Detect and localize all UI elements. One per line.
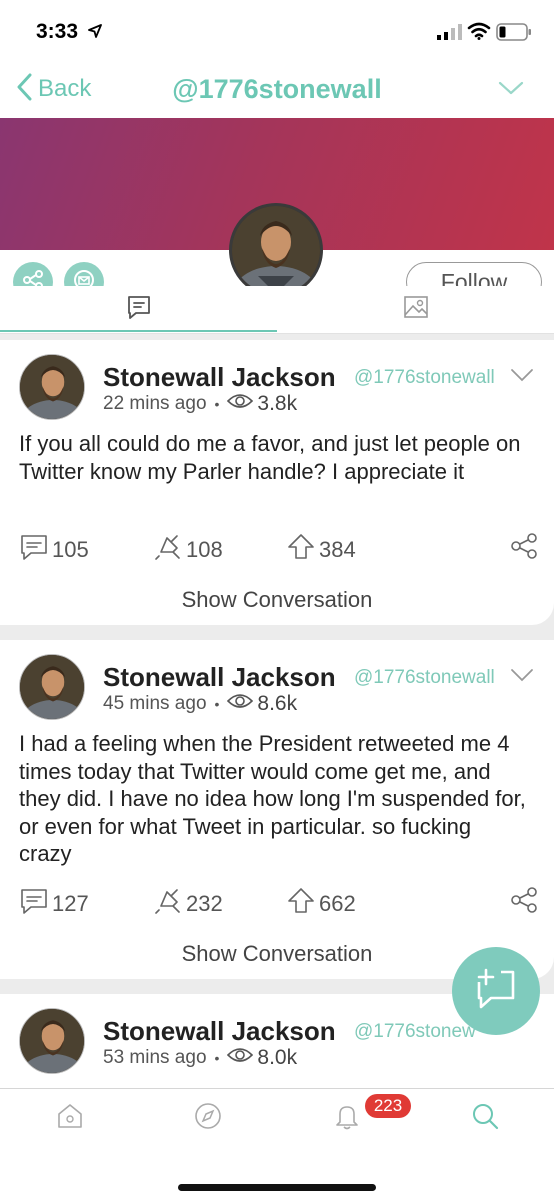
post-author-name[interactable]: Stonewall Jackson: [103, 1016, 336, 1047]
comment-button[interactable]: 127: [19, 886, 89, 922]
page-title: @1776stonewall: [172, 74, 382, 104]
chevron-down-icon[interactable]: [498, 80, 524, 101]
posts-tab-icon: [125, 293, 153, 326]
post-author-handle[interactable]: @1776stonewall: [354, 367, 495, 389]
comment-button[interactable]: 105: [19, 532, 89, 568]
post-time: 45 mins ago: [103, 693, 207, 714]
upvote-icon: [286, 532, 319, 568]
echo-count: 232: [186, 891, 223, 916]
nav-bar: Back @1776stonewall: [0, 60, 554, 118]
post-views: 8.6k: [257, 692, 298, 715]
post-author-name[interactable]: Stonewall Jackson: [103, 662, 336, 693]
post-avatar[interactable]: [19, 354, 85, 420]
home-icon[interactable]: [55, 1101, 85, 1136]
post-author-name[interactable]: Stonewall Jackson: [103, 362, 336, 393]
comment-icon: [19, 532, 52, 568]
bell-icon[interactable]: [332, 1101, 362, 1136]
post-body: If you all could do me a favor, and just…: [19, 431, 521, 484]
location-arrow-icon: [88, 24, 102, 43]
eye-icon: [227, 692, 254, 716]
tab-posts[interactable]: [0, 286, 277, 332]
post-time: 53 mins ago: [103, 1047, 207, 1068]
post-meta: 22 mins ago • 3.8k: [103, 392, 297, 416]
comment-count: 105: [52, 537, 89, 562]
search-icon[interactable]: [470, 1101, 500, 1136]
status-time: 3:33: [36, 20, 79, 43]
home-indicator: [178, 1184, 376, 1191]
meta-separator: •: [214, 696, 220, 712]
post-body: I had a feeling when the President retwe…: [19, 731, 526, 866]
echo-count: 108: [186, 537, 223, 562]
post-author-handle[interactable]: @1776stonewall: [354, 667, 495, 689]
show-conversation-link[interactable]: Show Conversation: [0, 587, 554, 613]
post-avatar[interactable]: [19, 1008, 85, 1074]
profile-avatar[interactable]: [229, 203, 323, 297]
meta-separator: •: [214, 396, 220, 412]
tab-media[interactable]: [277, 286, 554, 332]
upvote-count: 384: [319, 537, 356, 562]
upvote-button[interactable]: 384: [286, 532, 356, 568]
upvote-count: 662: [319, 891, 356, 916]
wifi-icon: [467, 22, 491, 45]
echo-button[interactable]: 232: [153, 886, 223, 922]
compose-button[interactable]: [452, 947, 540, 1035]
post-author-handle[interactable]: @1776stonew: [354, 1021, 476, 1043]
post-meta: 53 mins ago • 8.0k: [103, 1046, 297, 1070]
share-icon[interactable]: [510, 886, 538, 919]
bottom-nav: 223: [0, 1088, 554, 1200]
compose-icon: [473, 966, 519, 1017]
post-card[interactable]: Stonewall Jackson @1776stonewall 22 mins…: [0, 340, 554, 625]
chevron-down-icon[interactable]: [510, 368, 534, 387]
post-meta: 45 mins ago • 8.6k: [103, 692, 297, 716]
comment-count: 127: [52, 891, 89, 916]
post-avatar[interactable]: [19, 654, 85, 720]
upvote-button[interactable]: 662: [286, 886, 356, 922]
upvote-icon: [286, 886, 319, 922]
eye-icon: [227, 392, 254, 416]
comment-icon: [19, 886, 52, 922]
media-tab-icon: [402, 293, 430, 326]
meta-separator: •: [214, 1050, 220, 1066]
status-bar: 3:33: [0, 0, 554, 60]
echo-icon: [153, 886, 186, 922]
post-card[interactable]: Stonewall Jackson @1776stonewall 45 mins…: [0, 640, 554, 979]
notification-badge: 223: [365, 1094, 411, 1118]
eye-icon: [227, 1046, 254, 1070]
profile-tabs: [0, 286, 554, 334]
chevron-down-icon[interactable]: [510, 668, 534, 687]
battery-icon: [496, 23, 532, 46]
post-views: 3.8k: [257, 392, 298, 415]
signal-icon: [437, 24, 463, 45]
post-views: 8.0k: [257, 1046, 298, 1069]
post-time: 22 mins ago: [103, 393, 207, 414]
share-icon[interactable]: [510, 532, 538, 565]
discover-icon[interactable]: [193, 1101, 223, 1136]
active-tab-indicator: [0, 330, 277, 332]
echo-icon: [153, 532, 186, 568]
echo-button[interactable]: 108: [153, 532, 223, 568]
